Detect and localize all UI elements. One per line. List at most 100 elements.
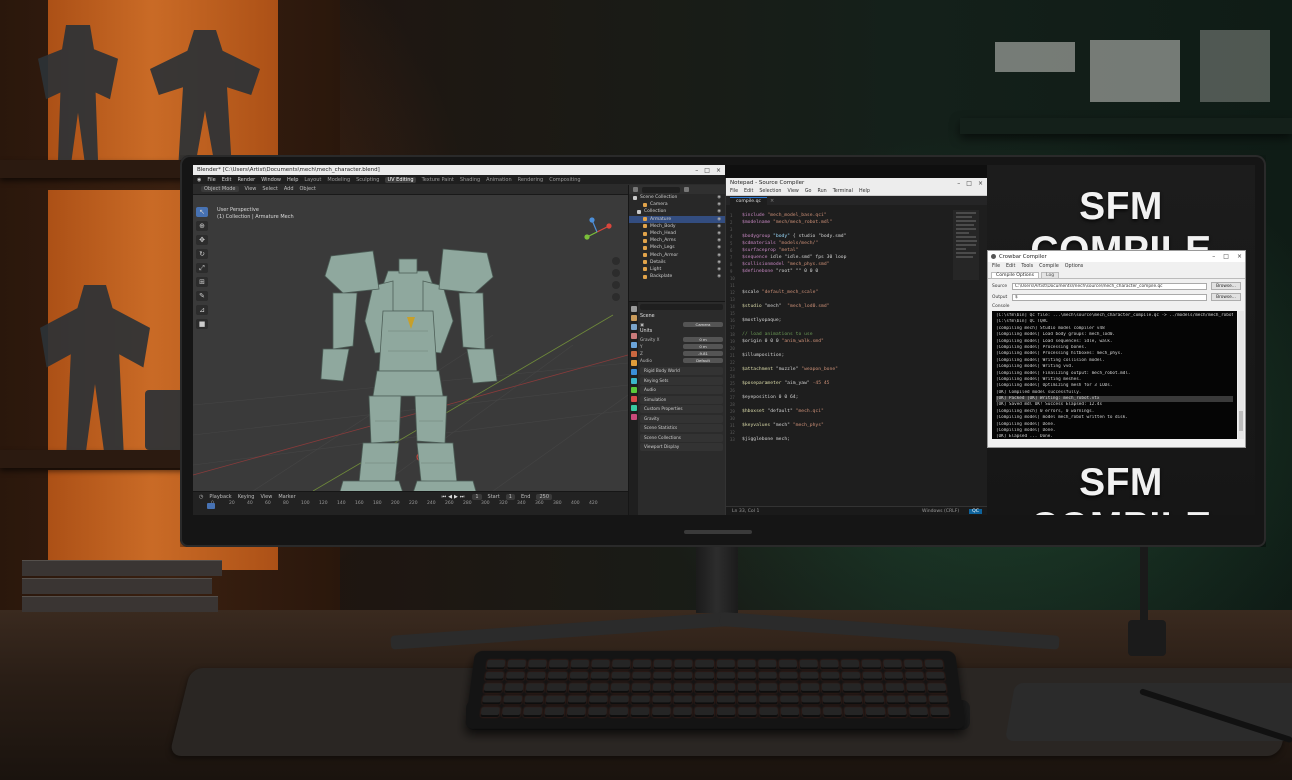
constraints-tab-icon[interactable]: [630, 396, 637, 402]
3d-viewport[interactable]: User Perspective (1) Collection | Armatu…: [193, 195, 628, 491]
units-header[interactable]: Units: [640, 329, 723, 334]
code-line[interactable]: 26: [730, 387, 948, 394]
playback-buttons[interactable]: ⏮◀▶⏭: [442, 494, 467, 500]
workspace-tab[interactable]: Animation: [486, 177, 512, 183]
outliner-item[interactable]: Backplate ◉: [629, 273, 725, 280]
editor-tab[interactable]: compile.qc: [730, 196, 768, 205]
code-line[interactable]: 18 // load animations to use: [730, 331, 948, 338]
code-line[interactable]: 14 $studio "mech" "mech_lod0.smd": [730, 303, 948, 310]
keyboard-key[interactable]: [569, 671, 588, 681]
browse-source-button[interactable]: Browse...: [1211, 282, 1241, 290]
code-line[interactable]: 15: [730, 310, 948, 317]
visibility-icon[interactable]: ◉: [717, 224, 721, 229]
close-tab-icon[interactable]: ×: [770, 198, 774, 204]
code-line[interactable]: 28: [730, 401, 948, 408]
keyboard-key[interactable]: [590, 671, 609, 681]
keyboard-key[interactable]: [927, 683, 947, 693]
properties-section[interactable]: Gravity: [640, 414, 723, 423]
visibility-icon[interactable]: ◉: [717, 238, 721, 243]
keyboard-key[interactable]: [525, 683, 545, 693]
visibility-icon[interactable]: ◉: [717, 253, 721, 258]
code-line[interactable]: 5 $cdmaterials "models/mech/": [730, 240, 948, 247]
code-line[interactable]: 8 $collisionmodel "mech_phys.smd": [730, 261, 948, 268]
keyboard-key[interactable]: [695, 695, 714, 705]
code-line[interactable]: 30: [730, 415, 948, 422]
maximize-icon[interactable]: □: [1223, 253, 1229, 260]
menu-window[interactable]: Window: [261, 177, 281, 183]
keyboard-key[interactable]: [587, 707, 607, 717]
keyboard-key[interactable]: [548, 671, 567, 681]
code-line[interactable]: 20: [730, 345, 948, 352]
physics-tab-icon[interactable]: [630, 387, 637, 393]
editor-menu-item[interactable]: Help: [859, 189, 870, 194]
keyboard-key[interactable]: [908, 707, 929, 717]
keyboard-key[interactable]: [779, 683, 799, 693]
visibility-icon[interactable]: ◉: [717, 217, 721, 222]
keyboard-key[interactable]: [906, 683, 926, 693]
keyboard-key[interactable]: [758, 695, 778, 705]
keyboard-key[interactable]: [507, 659, 527, 669]
keyboard-key[interactable]: [632, 659, 652, 669]
material-tab-icon[interactable]: [630, 414, 637, 420]
compile-console[interactable]: [C:\sfm\bin] Qc file: ...\mech\source\me…: [992, 311, 1237, 439]
visibility-icon[interactable]: ◉: [717, 202, 721, 207]
keyboard-key[interactable]: [907, 695, 927, 705]
code-line[interactable]: 12 $scale "default_mech_scale": [730, 289, 948, 296]
properties-section[interactable]: Scene Collections: [640, 433, 723, 442]
editor-menu-item[interactable]: Terminal: [833, 189, 853, 194]
keyboard-key[interactable]: [482, 695, 502, 705]
keyboard-key[interactable]: [566, 707, 586, 717]
keyboard-key[interactable]: [758, 671, 777, 681]
code-line[interactable]: 33 $jigglebone mech;: [730, 436, 948, 443]
keyboard-key[interactable]: [925, 671, 945, 681]
workspace-tab[interactable]: Rendering: [518, 177, 544, 183]
visibility-icon[interactable]: ◉: [717, 195, 721, 200]
compiler-menu-item[interactable]: File: [992, 264, 1000, 269]
language-mode[interactable]: QC: [969, 508, 982, 514]
keyboard-key[interactable]: [631, 683, 651, 693]
keyboard-key[interactable]: [527, 671, 547, 681]
keyboard-key[interactable]: [716, 683, 735, 693]
mode-dropdown[interactable]: Object Mode: [201, 186, 239, 192]
code-line[interactable]: 22: [730, 359, 948, 366]
keyboard-key[interactable]: [904, 671, 924, 681]
code-line[interactable]: 29 $hboxset "default" "mech.qci": [730, 408, 948, 415]
source-path-input[interactable]: C:\Users\Artist\Documents\mech\source\me…: [1012, 282, 1207, 290]
code-line[interactable]: 21 $illumposition;: [730, 352, 948, 359]
keyboard-key[interactable]: [480, 707, 500, 717]
scale-icon[interactable]: ⤢: [196, 263, 208, 273]
keyboard-key[interactable]: [695, 671, 714, 681]
console-scrollbar[interactable]: [1238, 311, 1244, 439]
blender-logo-icon[interactable]: ◉: [197, 177, 201, 183]
workspace-tab[interactable]: Shading: [460, 177, 480, 183]
workspace-tab-active[interactable]: UV Editing: [385, 176, 416, 183]
camera-value[interactable]: Camera: [683, 322, 723, 327]
keyboard-key[interactable]: [611, 659, 631, 669]
output-path-input[interactable]: $: [1012, 293, 1207, 301]
code-line[interactable]: 31 $keyvalues "mech" "mech_phys": [730, 422, 948, 429]
outliner-search-input[interactable]: [642, 186, 680, 193]
code-line[interactable]: 13: [730, 296, 948, 303]
world-tab-icon[interactable]: [630, 351, 637, 357]
menu-file[interactable]: File: [207, 177, 215, 183]
keyboard-key[interactable]: [523, 707, 543, 717]
tool-tab-icon[interactable]: [630, 306, 637, 312]
ortho-toggle-icon[interactable]: [612, 293, 620, 301]
editor-menu-item[interactable]: Edit: [744, 189, 753, 194]
outliner-item[interactable]: Collection ◉: [629, 208, 725, 215]
keyboard-key[interactable]: [864, 695, 885, 705]
transform-icon[interactable]: ⊞: [196, 277, 208, 287]
scene-tab-icon[interactable]: [630, 342, 637, 348]
keyboard-key[interactable]: [568, 683, 588, 693]
close-icon[interactable]: ×: [1237, 253, 1242, 260]
keyboard-key[interactable]: [799, 659, 819, 669]
keyboard-key[interactable]: [547, 683, 566, 693]
properties-section[interactable]: Audio: [640, 386, 723, 394]
keyboard-key[interactable]: [903, 659, 923, 669]
display-mode-icon[interactable]: [633, 187, 638, 192]
keyboard-key[interactable]: [544, 707, 565, 717]
keyboard-key[interactable]: [821, 683, 841, 693]
keyboard-key[interactable]: [653, 659, 672, 669]
keyboard-key[interactable]: [716, 707, 735, 717]
code-line[interactable]: 2 $modelname "mech/mech_robot.mdl": [730, 219, 948, 226]
